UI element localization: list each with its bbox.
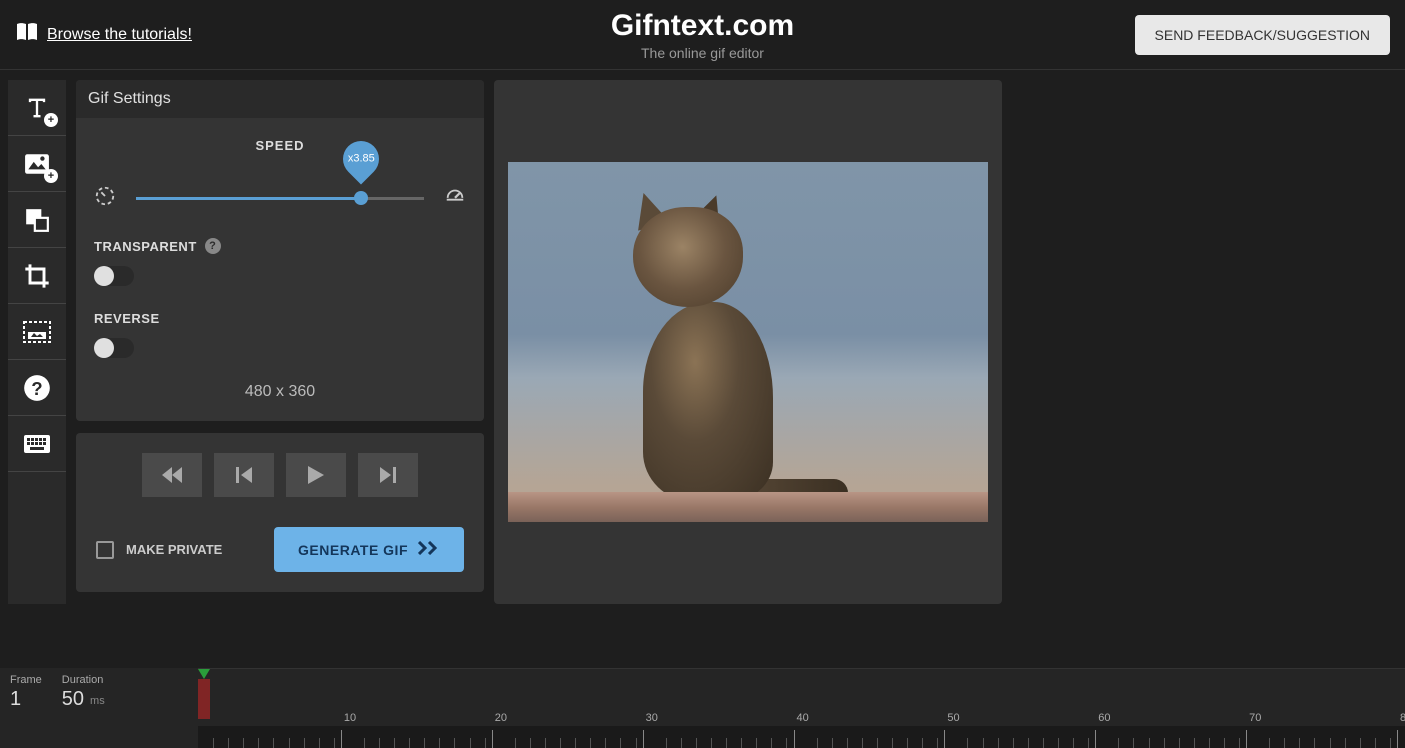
transparent-toggle[interactable] [94,266,134,286]
tick-label: 10 [344,712,356,724]
frame-value: 1 [10,688,42,711]
next-frame-button[interactable] [358,453,418,497]
speed-label: SPEED [94,138,466,153]
speed-fast-icon [444,185,466,212]
tutorials-label: Browse the tutorials! [47,26,192,44]
chevron-right-icon [418,541,440,558]
rewind-button[interactable] [142,453,202,497]
toolbar: + + ? [8,80,66,604]
gif-settings-panel: Gif Settings SPEED x3.85 [76,80,484,421]
controls-panel: MAKE PRIVATE GENERATE GIF [76,433,484,592]
help-tool[interactable]: ? [8,360,66,416]
speed-value: x3.85 [347,153,374,165]
generate-label: GENERATE GIF [298,542,408,558]
tick-label: 30 [646,712,658,724]
site-title: Gifntext.com [611,9,794,43]
playhead-icon[interactable] [198,669,210,679]
tick-label: 70 [1249,712,1261,724]
keyboard-tool[interactable] [8,416,66,472]
prev-frame-button[interactable] [214,453,274,497]
make-private-checkbox[interactable]: MAKE PRIVATE [96,541,222,559]
tick-label: 50 [947,712,959,724]
help-icon[interactable]: ? [205,238,221,254]
tick-label: 80 [1400,712,1405,724]
tick-label: 60 [1098,712,1110,724]
feedback-button[interactable]: SEND FEEDBACK/SUGGESTION [1135,15,1390,55]
add-text-tool[interactable]: + [8,80,66,136]
reverse-label: REVERSE [94,311,160,326]
make-private-label: MAKE PRIVATE [126,542,222,557]
shape-tool[interactable] [8,192,66,248]
duration-unit: ms [90,695,105,707]
tick-label: 20 [495,712,507,724]
play-button[interactable] [286,453,346,497]
crop-tool[interactable] [8,248,66,304]
plus-icon: + [44,113,58,127]
duration-value[interactable]: 50 [62,688,84,711]
speed-slider[interactable]: x3.85 [136,183,424,213]
frame-block[interactable] [198,679,210,719]
timeline: Frame 1 Duration 50 ms 10 20 30 40 50 60 70 80 [0,668,1405,748]
reverse-toggle[interactable] [94,338,134,358]
canvas-area[interactable] [494,80,1002,604]
transparent-label: TRANSPARENT [94,239,197,254]
tick-label: 40 [797,712,809,724]
svg-text:?: ? [31,378,42,399]
panel-title: Gif Settings [76,80,484,118]
speed-slow-icon [94,185,116,212]
add-image-tool[interactable]: + [8,136,66,192]
frames-tool[interactable] [8,304,66,360]
gif-preview [508,162,988,522]
dimensions-label: 480 x 360 [94,383,466,401]
frame-label: Frame [10,674,42,686]
plus-icon: + [44,169,58,183]
browse-tutorials-link[interactable]: Browse the tutorials! [15,22,192,47]
site-subtitle: The online gif editor [611,45,794,61]
timeline-ruler[interactable]: 10 20 30 40 50 60 70 80 [198,668,1405,748]
duration-label: Duration [62,674,105,686]
generate-gif-button[interactable]: GENERATE GIF [274,527,464,572]
book-icon [15,22,39,47]
